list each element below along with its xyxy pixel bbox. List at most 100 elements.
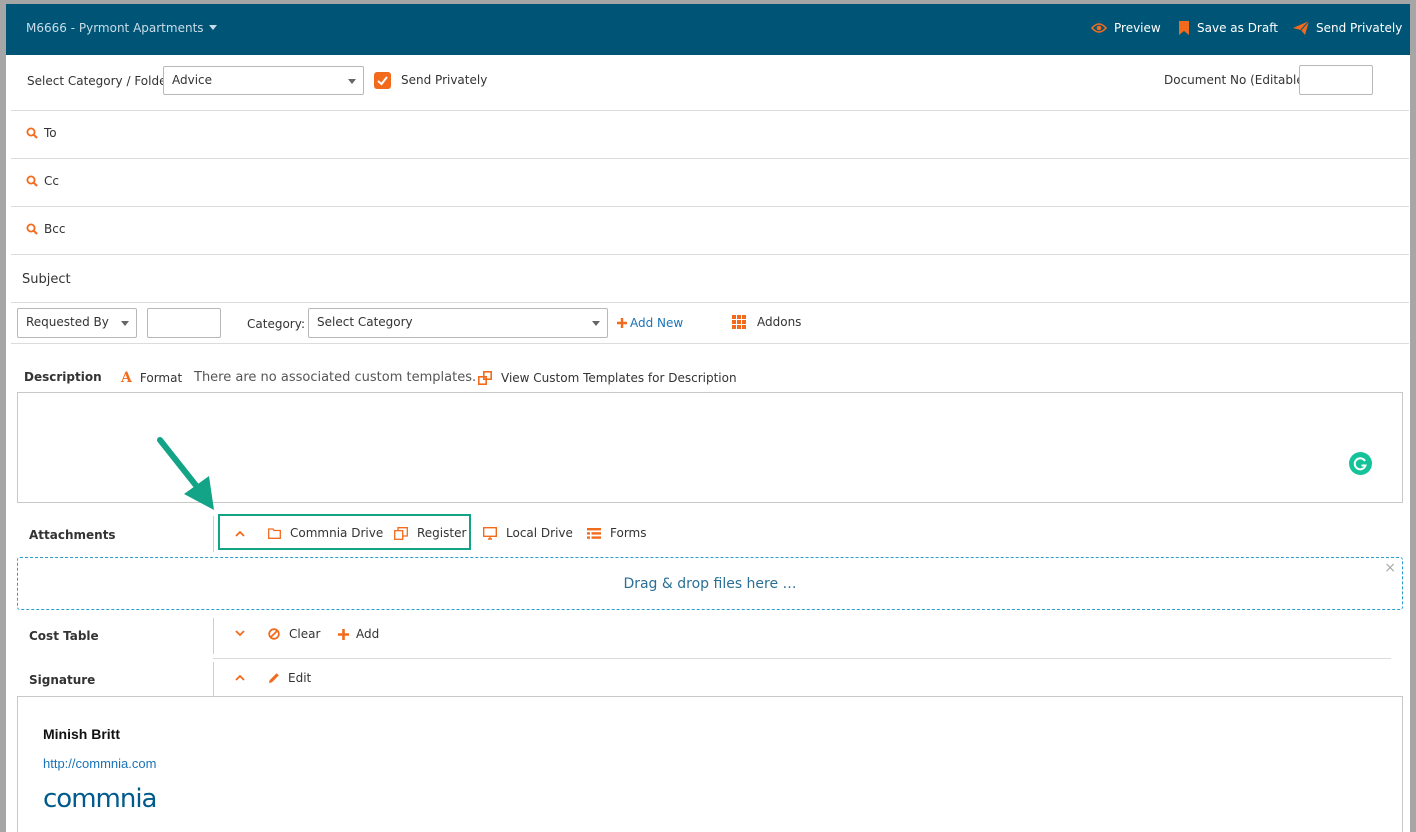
no-templates-text: There are no associated custom templates… bbox=[194, 370, 477, 385]
send-privately-checkbox-label: Send Privately bbox=[401, 73, 488, 87]
dropzone-text: Drag & drop files here … bbox=[623, 576, 797, 592]
header-bar: M6666 - Pyrmont Apartments Preview Save … bbox=[6, 4, 1410, 55]
preview-button[interactable]: Preview bbox=[1091, 21, 1161, 35]
plus-icon bbox=[338, 628, 349, 640]
plus-icon bbox=[617, 318, 627, 328]
attachments-label: Attachments bbox=[29, 528, 116, 542]
list-icon bbox=[587, 527, 601, 539]
addons-label: Addons bbox=[757, 315, 802, 329]
divider bbox=[213, 516, 214, 552]
add-new-category-button[interactable]: Add New bbox=[617, 316, 683, 330]
forms-label: Forms bbox=[610, 526, 647, 540]
cost-table-label: Cost Table bbox=[29, 629, 99, 643]
divider bbox=[11, 158, 1409, 159]
folder-icon bbox=[268, 527, 281, 539]
checkmark-icon bbox=[377, 76, 388, 86]
divider bbox=[11, 343, 1409, 344]
add-new-label: Add New bbox=[630, 316, 684, 330]
divider bbox=[11, 110, 1409, 111]
divider bbox=[213, 662, 214, 696]
signature-url-link[interactable]: http://commnia.com bbox=[43, 756, 156, 771]
document-no-label: Document No (Editable): bbox=[1164, 73, 1313, 87]
chevron-down-icon bbox=[592, 321, 600, 326]
signature-label: Signature bbox=[29, 673, 96, 687]
requested-by-input[interactable] bbox=[147, 308, 221, 338]
desktop-icon bbox=[483, 526, 497, 540]
clear-cost-table-button[interactable]: Clear bbox=[268, 627, 320, 641]
bookmark-icon bbox=[1179, 21, 1189, 35]
send-privately-button[interactable]: Send Privately bbox=[1293, 21, 1402, 35]
send-privately-label: Send Privately bbox=[1316, 21, 1403, 35]
svg-text:commnia: commnia bbox=[43, 785, 157, 814]
divider bbox=[11, 254, 1409, 255]
chevron-down-icon bbox=[121, 321, 129, 326]
add-cost-row-button[interactable]: Add bbox=[338, 627, 379, 641]
view-custom-templates-button[interactable]: View Custom Templates for Description bbox=[478, 371, 737, 385]
project-title[interactable]: M6666 - Pyrmont Apartments bbox=[26, 21, 204, 35]
signature-name: Minish Britt bbox=[43, 726, 120, 742]
chevron-down-icon bbox=[348, 79, 356, 84]
grammarly-icon[interactable] bbox=[1349, 452, 1372, 475]
preview-label: Preview bbox=[1114, 21, 1161, 35]
ban-icon bbox=[268, 628, 280, 640]
chevron-up-icon[interactable] bbox=[235, 674, 245, 681]
category-select[interactable]: Select Category bbox=[308, 308, 608, 338]
commnia-logo: commnia bbox=[43, 785, 158, 814]
copy-icon bbox=[394, 526, 408, 540]
pencil-icon bbox=[269, 673, 279, 683]
divider bbox=[11, 302, 1409, 303]
compose-window: M6666 - Pyrmont Apartments Preview Save … bbox=[6, 4, 1410, 832]
send-privately-checkbox[interactable] bbox=[374, 72, 391, 89]
bcc-field[interactable]: Bcc bbox=[26, 222, 65, 236]
divider bbox=[11, 206, 1409, 207]
paper-plane-icon bbox=[1293, 21, 1309, 35]
category-value: Select Category bbox=[317, 315, 413, 329]
clear-label: Clear bbox=[289, 627, 321, 641]
forms-button[interactable]: Forms bbox=[587, 526, 646, 540]
addons-button[interactable]: Addons bbox=[732, 315, 801, 329]
save-as-draft-button[interactable]: Save as Draft bbox=[1178, 21, 1278, 35]
divider bbox=[213, 658, 1391, 659]
bcc-label: Bcc bbox=[44, 222, 66, 236]
requested-by-select[interactable]: Requested By bbox=[17, 308, 137, 338]
requested-by-value: Requested By bbox=[26, 315, 109, 329]
category-folder-select[interactable]: Advice bbox=[163, 66, 364, 95]
category-folder-value: Advice bbox=[172, 73, 213, 87]
letter-a-icon: A bbox=[121, 370, 132, 386]
category-folder-label: Select Category / Folder bbox=[27, 74, 172, 88]
search-icon bbox=[26, 127, 38, 139]
register-label: Register bbox=[417, 526, 467, 540]
to-field[interactable]: To bbox=[26, 126, 57, 140]
cc-field[interactable]: Cc bbox=[26, 174, 59, 188]
add-label: Add bbox=[356, 627, 380, 641]
project-dropdown-caret-icon[interactable] bbox=[209, 25, 217, 30]
chevron-down-icon[interactable] bbox=[235, 630, 245, 637]
search-icon bbox=[26, 175, 38, 187]
commnia-drive-label: Commnia Drive bbox=[290, 526, 384, 540]
register-button[interactable]: Register bbox=[394, 526, 466, 540]
divider bbox=[213, 618, 214, 654]
save-as-draft-label: Save as Draft bbox=[1197, 21, 1278, 35]
file-dropzone[interactable]: Drag & drop files here … × bbox=[17, 557, 1403, 610]
category-label: Category: bbox=[247, 317, 305, 331]
description-label: Description bbox=[24, 370, 102, 384]
close-icon[interactable]: × bbox=[1384, 560, 1396, 576]
document-no-input[interactable] bbox=[1299, 65, 1373, 95]
arrow-icon bbox=[157, 437, 214, 510]
to-label: To bbox=[44, 126, 57, 140]
local-drive-label: Local Drive bbox=[506, 526, 573, 540]
format-label: Format bbox=[139, 371, 183, 385]
search-icon bbox=[26, 223, 38, 235]
window-restore-icon bbox=[478, 371, 492, 385]
signature-box: Minish Britt http://commnia.com commnia bbox=[17, 696, 1403, 832]
local-drive-button[interactable]: Local Drive bbox=[483, 526, 573, 540]
subject-field[interactable]: Subject bbox=[22, 272, 71, 287]
description-editor[interactable] bbox=[17, 392, 1403, 503]
commnia-drive-button[interactable]: Commnia Drive bbox=[268, 526, 383, 540]
grid-icon bbox=[732, 315, 746, 329]
edit-label: Edit bbox=[288, 671, 312, 685]
edit-signature-button[interactable]: Edit bbox=[268, 671, 311, 685]
format-button[interactable]: A Format bbox=[121, 371, 182, 385]
chevron-up-icon[interactable] bbox=[235, 530, 245, 537]
eye-icon bbox=[1091, 23, 1107, 33]
